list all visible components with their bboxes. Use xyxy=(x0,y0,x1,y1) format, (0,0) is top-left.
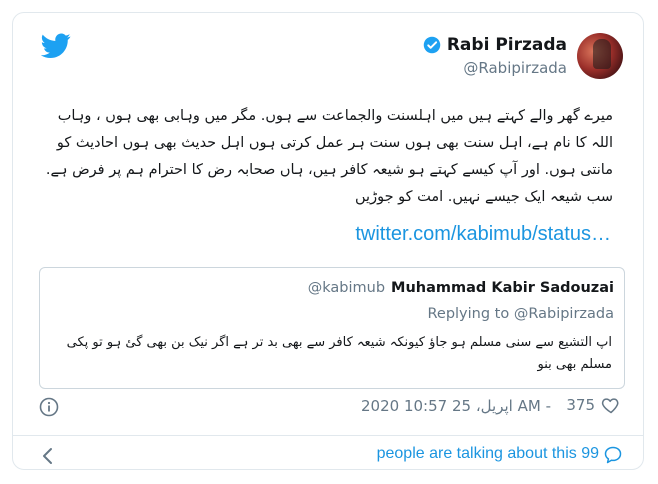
info-icon[interactable] xyxy=(39,397,59,417)
replying-to: Replying to @Rabipirzada xyxy=(427,306,614,322)
tweet-text: میرے گھر والے کہتے ہیں میں اہلسنت والجما… xyxy=(45,108,613,205)
tweet-timestamp[interactable]: 2020 اپریل، 25 10:57 AM - xyxy=(361,397,551,415)
quoted-author-handle: @kabimub xyxy=(307,280,386,296)
author-handle[interactable]: @Rabipirzada xyxy=(423,59,567,77)
replying-to-handle[interactable]: @Rabipirzada xyxy=(514,306,614,322)
people-talking-link[interactable]: people are talking about this 99 xyxy=(377,445,599,463)
footer-divider xyxy=(13,435,643,436)
quoted-tweet[interactable]: @kabimub Muhammad Kabir Sadouzai Replyin… xyxy=(39,267,625,389)
embedded-tweet-card: Rabi Pirzada @Rabipirzada میرے گھر والے … xyxy=(12,12,644,470)
heart-icon xyxy=(601,398,619,414)
like-count: 375 xyxy=(566,396,595,414)
author-display-name[interactable]: Rabi Pirzada xyxy=(447,35,567,55)
tweet-link[interactable]: twitter.com/kabimub/status… xyxy=(355,223,611,246)
twitter-bird-icon[interactable] xyxy=(41,33,71,59)
chevron-left-icon[interactable] xyxy=(39,445,57,467)
verified-badge-icon xyxy=(423,36,441,54)
quoted-author-name: Muhammad Kabir Sadouzai xyxy=(391,280,614,296)
quoted-tweet-header: @kabimub Muhammad Kabir Sadouzai xyxy=(308,280,614,296)
tweet-meta-row: 2020 اپریل، 25 10:57 AM - 375 xyxy=(39,393,625,423)
quoted-tweet-text: اپ التشیع سے سنی مسلم ہو جاؤ کیونکہ شیعہ… xyxy=(66,335,612,372)
avatar[interactable] xyxy=(577,33,623,79)
like-button[interactable]: 375 xyxy=(566,395,621,415)
replying-to-label: Replying to xyxy=(427,306,510,322)
speech-bubble-icon[interactable] xyxy=(603,445,623,465)
tweet-author-header[interactable]: Rabi Pirzada @Rabipirzada xyxy=(423,35,567,77)
